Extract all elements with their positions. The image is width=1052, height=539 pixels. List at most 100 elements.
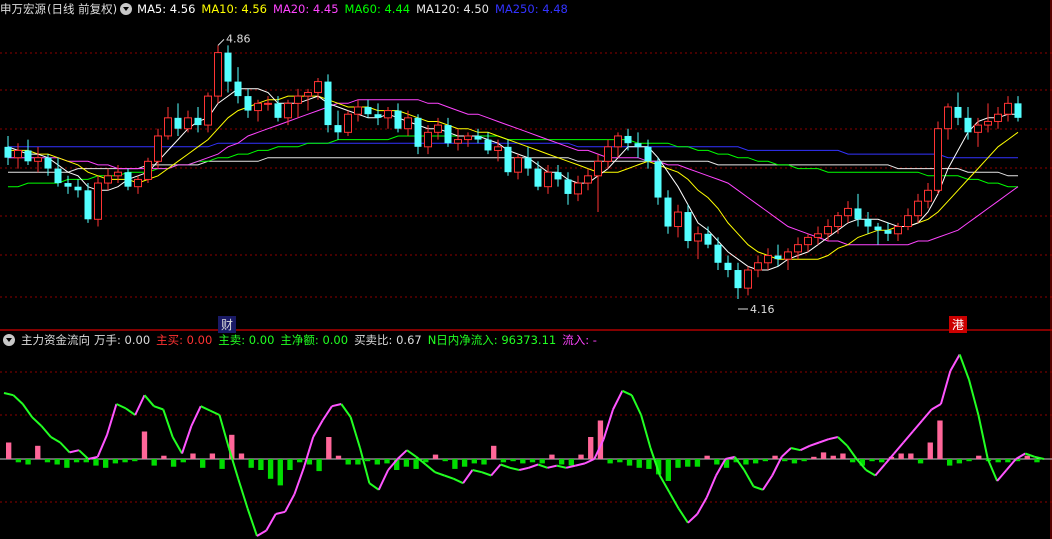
flow-line-segment — [190, 405, 202, 427]
flow-line-segment — [949, 354, 961, 372]
flow-line-segment — [762, 474, 774, 491]
candle-body — [454, 139, 462, 144]
candle-body — [414, 117, 422, 147]
chart-canvas[interactable]: 4.86 4.16 — [0, 0, 1052, 539]
flow-bar — [840, 453, 846, 459]
flow-bar — [122, 459, 128, 463]
finance-event-marker[interactable]: 财 — [218, 316, 237, 333]
flow-line-segment — [977, 414, 989, 460]
flow-line-segment — [12, 394, 24, 405]
flow-bar — [908, 453, 914, 459]
flow-line-segment — [743, 469, 755, 487]
flow-line-segment — [696, 497, 708, 515]
flow-bar — [481, 459, 487, 465]
flow-line-segment — [106, 403, 118, 436]
candle-body — [544, 171, 552, 188]
candle-body — [994, 113, 1002, 122]
flow-bar — [879, 459, 885, 463]
flow-line-segment — [237, 478, 249, 509]
flow-line-segment — [200, 405, 211, 412]
candle-body — [904, 215, 912, 228]
candle-body — [74, 186, 82, 191]
flow-line-segment — [828, 436, 839, 441]
flow-line-segment — [153, 405, 164, 411]
flow-bar — [64, 459, 70, 468]
flow-bar — [714, 459, 720, 465]
candle-body — [844, 207, 852, 217]
flow-line-segment — [21, 403, 33, 418]
flow-bar — [326, 437, 332, 459]
flow-bar — [626, 459, 633, 466]
flow-line-segment — [837, 436, 848, 447]
flow-line-segment — [519, 466, 529, 471]
flow-line-segment — [996, 469, 1008, 482]
flow-bar — [316, 459, 322, 472]
candle-body — [254, 102, 262, 112]
flow-line-segment — [668, 491, 680, 509]
flow-line-segment — [396, 449, 408, 460]
candle-body — [94, 182, 102, 220]
candle-body — [34, 157, 42, 162]
flow-line-segment — [312, 420, 324, 438]
flow-line-segment — [218, 414, 230, 449]
flow-bar — [297, 459, 303, 463]
flow-line-segment — [481, 471, 492, 477]
flow-bar — [820, 452, 827, 459]
flow-bar — [694, 459, 701, 467]
flow-line-segment — [846, 445, 858, 460]
flow-line-segment — [78, 449, 90, 460]
high-price-label: 4.86 — [226, 32, 251, 45]
candle-body — [434, 124, 442, 133]
flow-line-segment — [630, 394, 643, 416]
flow-line-segment — [331, 403, 342, 408]
flow-line-segment — [584, 458, 595, 465]
candle-body — [764, 255, 772, 264]
flow-bar — [151, 459, 157, 466]
flow-line-segment — [69, 449, 80, 454]
candle-body — [624, 135, 632, 144]
flow-bar — [190, 453, 196, 459]
candle-body — [694, 233, 702, 242]
flow-line-segment — [143, 394, 155, 407]
flow-line-segment — [1015, 452, 1026, 460]
ma10-line — [8, 95, 1019, 260]
flow-line-segment — [790, 447, 801, 452]
flow-bar — [937, 420, 943, 459]
candle-body — [894, 226, 902, 235]
flow-line-segment — [490, 463, 502, 477]
flow-bar — [588, 437, 594, 459]
candle-body — [984, 120, 992, 126]
candle-body — [824, 226, 832, 235]
flow-bar — [170, 459, 177, 467]
candle-body — [704, 233, 712, 245]
candle-body — [654, 161, 662, 198]
flow-bar — [539, 459, 545, 464]
flow-line-segment — [931, 403, 942, 411]
flow-bar — [791, 459, 798, 464]
low-price-label: 4.16 — [750, 303, 775, 316]
flow-line-segment — [453, 477, 464, 485]
flow-line-segment — [462, 469, 474, 484]
candle-body — [594, 160, 602, 177]
candle-body — [814, 233, 822, 238]
candle-body — [514, 157, 522, 173]
candle-body — [784, 251, 792, 260]
candle-body — [964, 117, 972, 133]
candle-body — [44, 157, 52, 169]
flow-line-segment — [640, 414, 652, 449]
candle-body — [4, 146, 12, 158]
flow-line-segment — [209, 409, 220, 416]
flow-line-segment — [265, 513, 277, 531]
candle-body — [614, 135, 622, 148]
flow-bar — [752, 459, 759, 464]
flow-line-segment — [547, 464, 558, 469]
flow-line-segment — [509, 466, 520, 471]
flow-bar — [956, 459, 963, 464]
flow-line-segment — [116, 403, 127, 410]
candle-body — [244, 96, 252, 111]
hk-event-marker[interactable]: 港 — [949, 316, 968, 333]
flow-line-segment — [780, 447, 792, 458]
flow-line-segment — [893, 441, 905, 455]
flow-bar — [782, 459, 788, 462]
flow-bar — [617, 459, 623, 463]
